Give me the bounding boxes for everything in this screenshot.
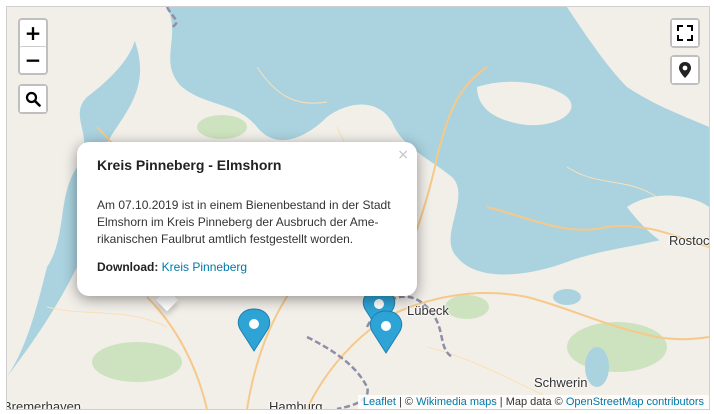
popup-body: Am 07.10.2019 ist in einem Bienenbestand… <box>97 198 391 246</box>
marker-popup: × Kreis Pinneberg - Elmshorn Am 07.10.20… <box>77 142 417 296</box>
fullscreen-control <box>670 18 700 48</box>
forest-patch <box>567 322 667 372</box>
lake <box>585 347 609 387</box>
attribution-separator: | © <box>395 396 417 408</box>
popup-title: Kreis Pinneberg - Elmshorn <box>97 157 282 173</box>
place-label-hamburg: Hamburg <box>269 399 323 410</box>
zoom-in-button[interactable]: + <box>20 20 46 46</box>
attribution-mapdata: | Map data © <box>496 396 566 408</box>
place-label-bremerhaven: Bremerhaven <box>6 399 82 410</box>
zoom-control: + − <box>18 18 48 75</box>
popup-close-button[interactable]: × <box>397 147 409 163</box>
fullscreen-icon <box>677 25 693 41</box>
popup-download: Download: Kreis Pinneberg <box>97 260 397 274</box>
forest-patch <box>197 115 247 139</box>
map-attribution: Leaflet | © Wikimedia maps | Map data © … <box>357 395 709 409</box>
download-label: Download: <box>97 260 159 274</box>
wikimedia-link[interactable]: Wikimedia maps <box>416 396 497 408</box>
place-label-rostock: Rostoc <box>669 233 710 248</box>
search-control <box>18 84 48 114</box>
fullscreen-button[interactable] <box>672 20 698 46</box>
lake <box>553 289 581 305</box>
forest-patch <box>92 342 182 382</box>
leaflet-link[interactable]: Leaflet <box>363 396 396 408</box>
download-link[interactable]: Kreis Pinneberg <box>162 260 247 274</box>
place-label-schwerin: Schwerin <box>534 375 588 390</box>
search-button[interactable] <box>20 86 46 112</box>
map-pin-icon <box>679 62 691 78</box>
locate-control <box>670 55 700 85</box>
forest-patch <box>445 295 489 319</box>
place-label-luebeck: Lübeck <box>407 303 449 318</box>
osm-link[interactable]: OpenStreetMap contributors <box>566 396 704 408</box>
locate-button[interactable] <box>672 57 698 83</box>
search-icon <box>25 91 41 107</box>
zoom-out-button[interactable]: − <box>20 46 46 73</box>
